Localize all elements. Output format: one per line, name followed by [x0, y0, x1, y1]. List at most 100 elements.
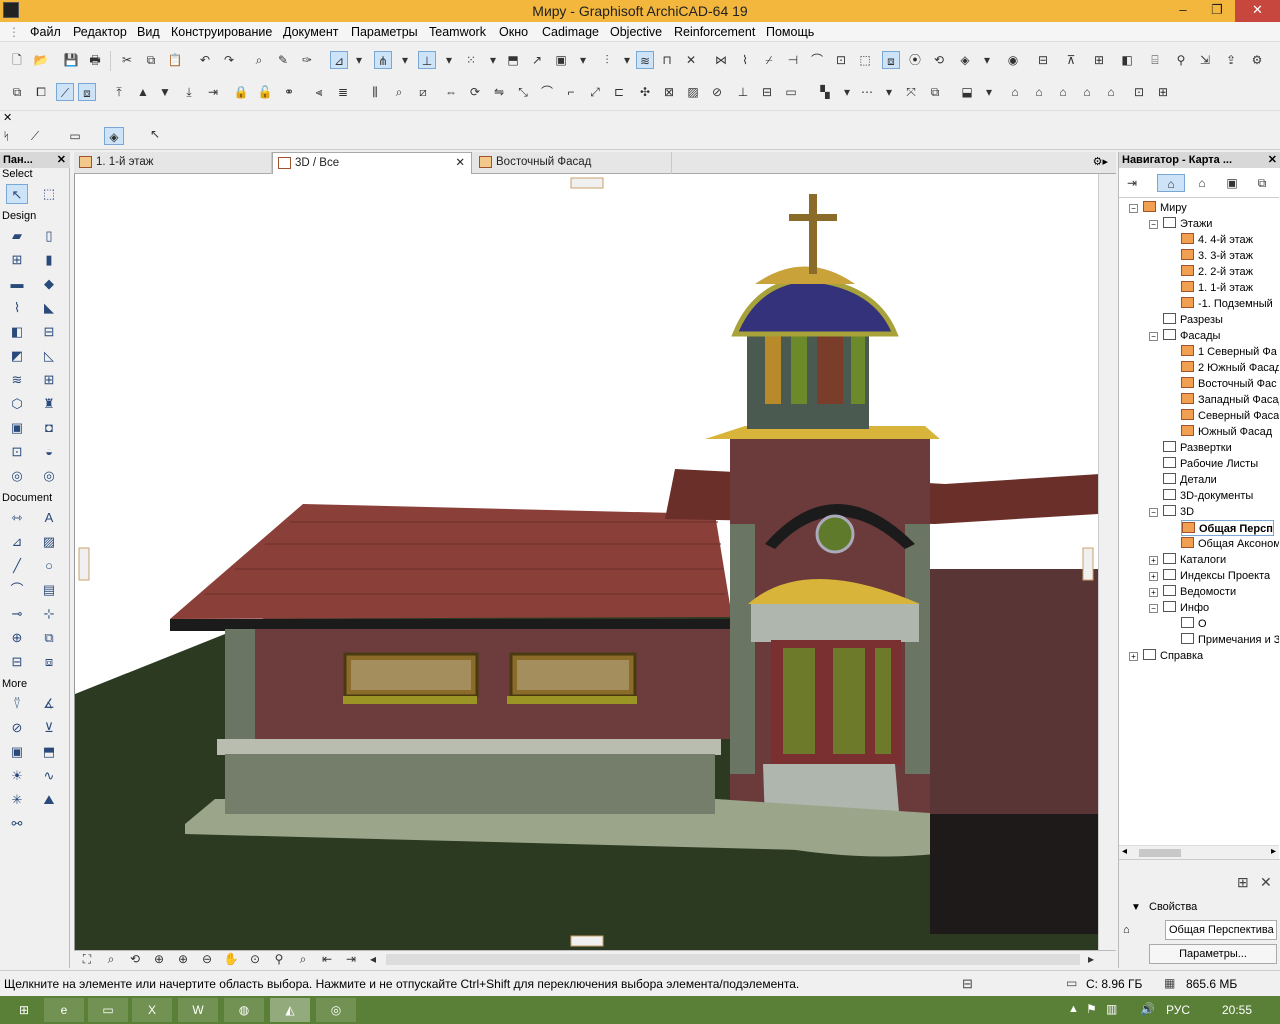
- house-roof-icon[interactable]: ⌂: [1078, 83, 1096, 101]
- radial-dimension-tool-icon[interactable]: ⊘: [6, 718, 28, 738]
- menu-design[interactable]: Конструирование: [171, 25, 272, 39]
- grid-snap-icon[interactable]: ⁙: [462, 51, 480, 69]
- worksheet-tool-icon[interactable]: ⧉: [38, 628, 60, 648]
- column-tool-icon[interactable]: ▮: [38, 250, 60, 270]
- eyedropper-icon[interactable]: ✎: [274, 51, 292, 69]
- tree-node-notes[interactable]: Примечания и З: [1181, 632, 1279, 648]
- trim-icon[interactable]: ⌇: [736, 51, 754, 69]
- select-rotated-rect-icon[interactable]: ◈: [104, 127, 124, 145]
- explode-icon[interactable]: ✣: [636, 83, 654, 101]
- gravity-icon[interactable]: ⊥: [418, 51, 436, 69]
- find-select-icon[interactable]: ⌕: [250, 51, 268, 69]
- tab-east-elevation[interactable]: Восточный Фасад: [474, 152, 672, 174]
- zoom-window-icon[interactable]: ⌕: [102, 951, 120, 967]
- word-icon[interactable]: W: [178, 998, 218, 1022]
- publisher-sets-icon[interactable]: ▣: [1223, 174, 1241, 192]
- skylight-tool-icon[interactable]: ◩: [6, 346, 28, 366]
- publish-icon[interactable]: ⇪: [1222, 51, 1240, 69]
- beam-tool-icon[interactable]: ▬: [6, 274, 28, 294]
- hotspot-tool-icon[interactable]: ✳: [6, 790, 28, 810]
- cut-icon[interactable]: ✂: [118, 51, 136, 69]
- zoom-forward-icon[interactable]: ⇥: [342, 951, 360, 967]
- explore-icon[interactable]: ⊙: [246, 951, 264, 967]
- tree-node-elevation-north[interactable]: Северный Фаса: [1181, 408, 1279, 424]
- pan-icon[interactable]: ✋: [222, 951, 240, 967]
- zoom-previous-icon[interactable]: ⌕: [294, 951, 312, 967]
- properties-value-field[interactable]: Общая Перспектива: [1165, 920, 1277, 940]
- split-icon[interactable]: ⌿: [760, 51, 778, 69]
- dropdown-arrow-icon[interactable]: ▾: [396, 51, 414, 69]
- object2-tool-icon[interactable]: ▣: [6, 742, 28, 762]
- level-dimension-tool-icon[interactable]: ⊿: [6, 532, 28, 552]
- tab-floor-plan[interactable]: 1. 1-й этаж: [74, 152, 272, 174]
- info-box-handle-icon[interactable]: ᛋ: [3, 131, 10, 143]
- toolbox-close-icon[interactable]: ✕: [57, 152, 66, 168]
- layer-icon[interactable]: ▣: [552, 51, 570, 69]
- elevation-icon[interactable]: ▭: [782, 83, 800, 101]
- render-icon[interactable]: ◉: [1004, 51, 1022, 69]
- scroll-left-icon[interactable]: ◂: [1122, 846, 1127, 857]
- copy-to-icon[interactable]: ⧉: [926, 83, 944, 101]
- fit-in-window-icon[interactable]: ⛶: [78, 951, 96, 967]
- params-button[interactable]: Параметры...: [1149, 944, 1277, 964]
- lock-icon[interactable]: 🔒: [232, 83, 250, 101]
- resize-icon[interactable]: ⬚: [856, 51, 874, 69]
- view-map-icon[interactable]: ⌂: [1157, 174, 1185, 192]
- delete-view-icon[interactable]: ✕: [1260, 874, 1272, 891]
- navigator-hscrollbar[interactable]: ◂ ▸: [1119, 845, 1279, 859]
- menu-cadimage[interactable]: Cadimage: [542, 25, 599, 39]
- tree-node-info[interactable]: − Инфо: [1143, 600, 1209, 616]
- house-wall-icon[interactable]: ⌂: [1102, 83, 1120, 101]
- tree-node-story-2[interactable]: 2. 2-й этаж: [1181, 264, 1253, 280]
- tree-node-project[interactable]: − Миру: [1123, 200, 1187, 216]
- tree-node-story-basement[interactable]: -1. Подземный: [1181, 296, 1273, 312]
- magnify-icon[interactable]: ⌕: [390, 83, 408, 101]
- object-tool-icon[interactable]: ♜: [38, 394, 60, 414]
- bring-front-icon[interactable]: ⤒: [110, 83, 128, 101]
- explorer-icon[interactable]: ▭: [88, 998, 128, 1022]
- excel-icon[interactable]: X: [132, 998, 172, 1022]
- mesh-tool-icon[interactable]: ≋: [6, 370, 28, 390]
- dropdown-arrow-icon[interactable]: ▾: [880, 83, 898, 101]
- tree-node-schedules[interactable]: + Ведомости: [1143, 584, 1236, 600]
- fill-icon[interactable]: ⊘: [708, 83, 726, 101]
- collapse-toggle[interactable]: −: [1149, 220, 1158, 229]
- maximize-button[interactable]: ❐: [1200, 0, 1234, 22]
- 3d-layers-icon[interactable]: ⧈: [882, 51, 900, 69]
- reset-order-icon[interactable]: ⇥: [204, 83, 222, 101]
- tab-3d[interactable]: 3D / Все ✕: [272, 152, 472, 175]
- grid-tool-icon[interactable]: ⊠: [660, 83, 678, 101]
- offset-icon[interactable]: ⊡: [832, 51, 850, 69]
- align-icon[interactable]: ⫷: [310, 83, 328, 101]
- interior-elevation-tool-icon[interactable]: ⧈: [38, 652, 60, 672]
- paste-icon[interactable]: 📋: [166, 51, 184, 69]
- menu-view[interactable]: Вид: [137, 25, 160, 39]
- tree-node-info-o[interactable]: О: [1181, 616, 1207, 632]
- pen-icon[interactable]: ⫶: [598, 51, 616, 69]
- tree-node-stories[interactable]: − Этажи: [1143, 216, 1212, 232]
- menu-reinforcement[interactable]: Reinforcement: [674, 25, 755, 39]
- group-icon[interactable]: ⧉: [8, 83, 26, 101]
- 3d-viewport[interactable]: [74, 174, 1098, 950]
- expand-toggle[interactable]: +: [1149, 556, 1158, 565]
- menu-options[interactable]: Параметры: [351, 25, 418, 39]
- camera-tool-icon[interactable]: ◘: [38, 418, 60, 438]
- polyline-tool-icon[interactable]: ⌒: [6, 580, 28, 600]
- dropdown-arrow-icon[interactable]: ▾: [978, 51, 996, 69]
- orbit-icon[interactable]: ⟲: [126, 951, 144, 967]
- elevation-tool-icon[interactable]: ⊹: [38, 604, 60, 624]
- circle-tool-icon[interactable]: ○: [38, 556, 60, 576]
- horizontal-scrollbar[interactable]: [386, 954, 1080, 965]
- close-button[interactable]: ✕: [1235, 0, 1280, 22]
- tree-node-story-3[interactable]: 3. 3-й этаж: [1181, 248, 1253, 264]
- dropdown-arrow-icon[interactable]: ▾: [350, 51, 368, 69]
- offset2-icon[interactable]: ⊏: [610, 83, 628, 101]
- tree-node-axonometry[interactable]: Общая Аксоном: [1181, 536, 1279, 552]
- collapse-toggle[interactable]: −: [1149, 604, 1158, 613]
- dropdown-arrow-icon[interactable]: ▾: [574, 51, 592, 69]
- select-rectangle-icon[interactable]: ▭: [66, 127, 84, 145]
- spline-tool-icon[interactable]: ∿: [38, 766, 60, 786]
- line-tool-icon[interactable]: ╱: [6, 556, 28, 576]
- stair-icon[interactable]: ⊟: [1034, 51, 1052, 69]
- adjust-icon[interactable]: ⊣: [784, 51, 802, 69]
